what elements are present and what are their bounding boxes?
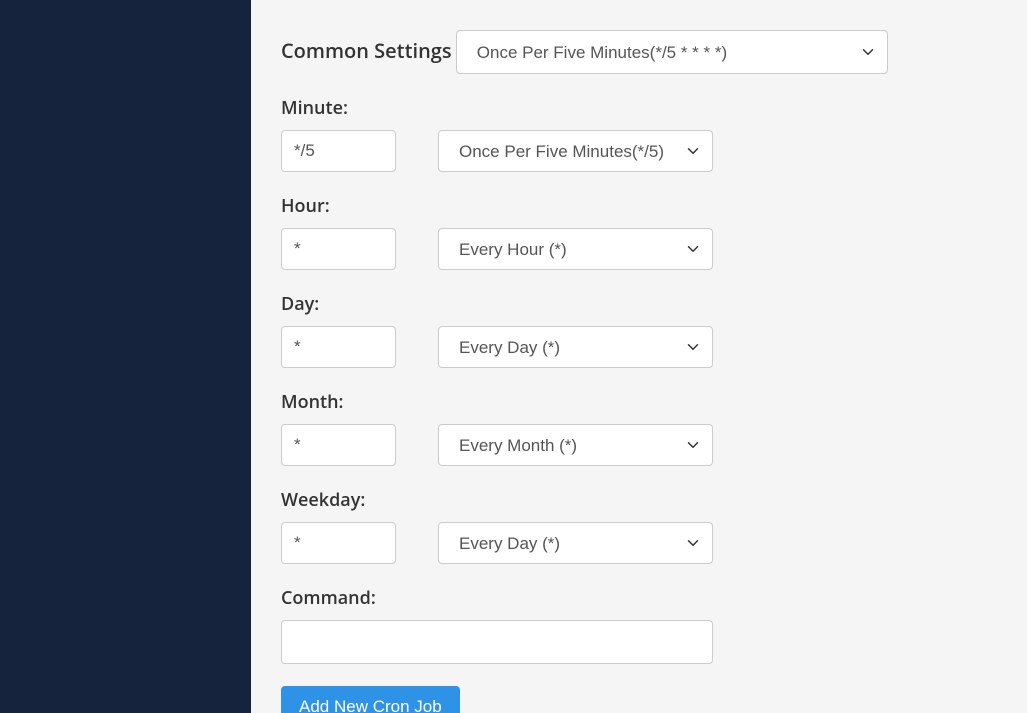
weekday-input[interactable]	[281, 522, 396, 564]
day-input[interactable]	[281, 326, 396, 368]
sidebar	[0, 0, 251, 713]
weekday-preset-select[interactable]: Every Day (*)	[438, 522, 713, 564]
day-label: Day:	[281, 292, 997, 316]
hour-input[interactable]	[281, 228, 396, 270]
hour-preset-select[interactable]: Every Hour (*)	[438, 228, 713, 270]
minute-row: Once Per Five Minutes(*/5)	[281, 130, 997, 172]
month-preset-select[interactable]: Every Month (*)	[438, 424, 713, 466]
month-input[interactable]	[281, 424, 396, 466]
minute-input[interactable]	[281, 130, 396, 172]
hour-row: Every Hour (*)	[281, 228, 997, 270]
add-cron-job-button[interactable]: Add New Cron Job	[281, 686, 460, 713]
main-content: Common Settings Once Per Five Minutes(*/…	[251, 0, 1027, 713]
weekday-group: Weekday: Every Day (*)	[281, 488, 997, 564]
hour-label: Hour:	[281, 194, 997, 218]
month-label: Month:	[281, 390, 997, 414]
common-settings-group: Common Settings Once Per Five Minutes(*/…	[281, 30, 997, 74]
day-group: Day: Every Day (*)	[281, 292, 997, 368]
common-settings-select[interactable]: Once Per Five Minutes(*/5 * * * *)	[456, 30, 888, 74]
weekday-row: Every Day (*)	[281, 522, 997, 564]
command-group: Command:	[281, 586, 997, 664]
minute-preset-select[interactable]: Once Per Five Minutes(*/5)	[438, 130, 713, 172]
hour-group: Hour: Every Hour (*)	[281, 194, 997, 270]
weekday-label: Weekday:	[281, 488, 997, 512]
day-row: Every Day (*)	[281, 326, 997, 368]
day-preset-select[interactable]: Every Day (*)	[438, 326, 713, 368]
common-settings-label: Common Settings	[281, 37, 452, 64]
month-group: Month: Every Month (*)	[281, 390, 997, 466]
command-label: Command:	[281, 586, 997, 610]
minute-label: Minute:	[281, 96, 997, 120]
minute-group: Minute: Once Per Five Minutes(*/5)	[281, 96, 997, 172]
month-row: Every Month (*)	[281, 424, 997, 466]
command-input[interactable]	[281, 620, 713, 664]
